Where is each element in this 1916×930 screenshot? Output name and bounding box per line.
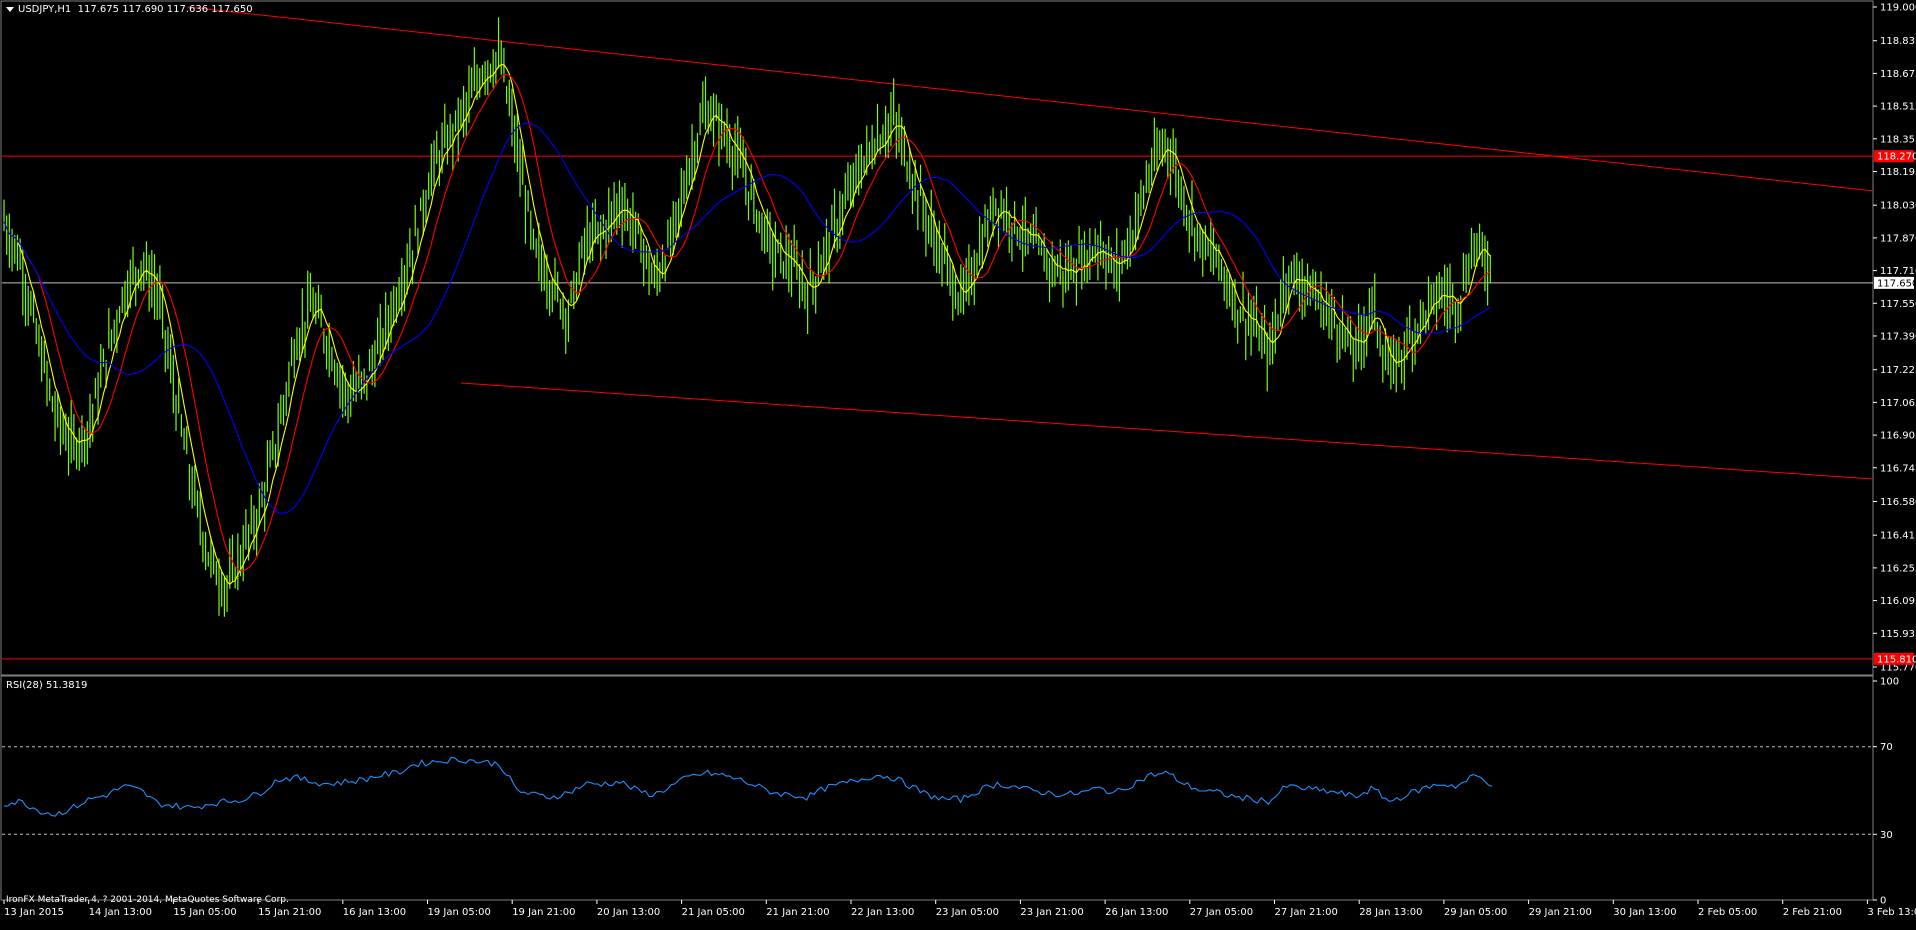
ohlc-values: 117.675 117.690 117.636 117.650 (77, 4, 253, 15)
price-badge-label: 118.270 (1877, 152, 1916, 163)
price-axis-label: 115.935 (1880, 629, 1916, 640)
dropdown-triangle-icon[interactable] (6, 6, 14, 12)
price-axis-label: 116.095 (1880, 596, 1916, 607)
time-axis-label: 27 Jan 05:00 (1190, 907, 1253, 918)
time-axis-label: 29 Jan 05:00 (1444, 907, 1507, 918)
rsi-line (4, 756, 1493, 817)
time-axis-label: 30 Jan 13:00 (1613, 907, 1676, 918)
time-axis-label: 2 Feb 21:00 (1783, 907, 1842, 918)
time-axis-label: 28 Jan 13:00 (1359, 907, 1422, 918)
price-axis-label: 116.905 (1880, 431, 1916, 442)
time-axis-label: 21 Jan 21:00 (766, 907, 829, 918)
price-axis-label: 118.195 (1880, 167, 1916, 178)
price-axis-label: 117.870 (1880, 233, 1916, 244)
time-axis-label: 21 Jan 05:00 (682, 907, 745, 918)
price-badge-label: 117.650 (1877, 278, 1916, 289)
price-axis-label: 119.000 (1880, 3, 1916, 14)
price-axis-label: 116.415 (1880, 531, 1916, 542)
long-moving-average (3, 122, 1491, 514)
time-axis-label: 23 Jan 21:00 (1020, 907, 1083, 918)
time-axis-label: 26 Jan 13:00 (1105, 907, 1168, 918)
price-axis-label: 118.515 (1880, 102, 1916, 113)
slow-moving-average (3, 73, 1491, 572)
price-axis-label: 116.745 (1880, 463, 1916, 474)
time-axis-label: 3 Feb 13:00 (1867, 907, 1916, 918)
time-axis-label: 13 Jan 2015 (4, 907, 64, 918)
price-axis-label: 116.580 (1880, 497, 1916, 508)
lower-trendline (460, 382, 1874, 480)
chart-window: 119.000 118.835 118.675 118.515 118.355 118.1… (0, 0, 1916, 926)
time-axis-label: 15 Jan 05:00 (173, 907, 236, 918)
price-panel-frame (0, 0, 1874, 676)
time-axis-label: 19 Jan 05:00 (428, 907, 491, 918)
rsi-axis-label: 70 (1880, 742, 1893, 753)
rsi-axis-label: 100 (1880, 677, 1899, 688)
price-axis-label: 118.030 (1880, 201, 1916, 212)
fast-moving-average (3, 64, 1491, 585)
price-axis-label: 118.835 (1880, 36, 1916, 47)
time-axis-label: 22 Jan 13:00 (851, 907, 914, 918)
upper-trendline (187, 6, 1874, 192)
copyright-text: IronFX MetaTrader 4, ? 2001-2014, MetaQu… (6, 895, 289, 905)
time-axis-label: 23 Jan 05:00 (936, 907, 999, 918)
price-axis-label: 117.390 (1880, 331, 1916, 342)
time-axis-label: 20 Jan 13:00 (597, 907, 660, 918)
price-axis-label: 118.675 (1880, 69, 1916, 80)
price-axis-label: 116.255 (1880, 563, 1916, 574)
price-axis-label: 117.225 (1880, 365, 1916, 376)
price-badge-label: 115.810 (1877, 654, 1916, 665)
price-axis-label: 117.065 (1880, 398, 1916, 409)
rsi-panel-frame (0, 675, 1874, 901)
symbol-label: USDJPY,H1 (18, 4, 72, 15)
rsi-axis-label: 0 (1880, 896, 1886, 907)
symbol-header: USDJPY,H1 117.675 117.690 117.636 117.65… (6, 4, 253, 15)
time-axis-label: 29 Jan 21:00 (1529, 907, 1592, 918)
price-axis-label: 117.550 (1880, 299, 1916, 310)
rsi-axis-label: 30 (1880, 830, 1893, 841)
time-axis-label: 2 Feb 05:00 (1698, 907, 1757, 918)
time-axis-label: 27 Jan 21:00 (1275, 907, 1338, 918)
price-axis-label: 117.710 (1880, 266, 1916, 277)
time-axis-label: 14 Jan 13:00 (89, 907, 152, 918)
time-axis-label: 16 Jan 13:00 (343, 907, 406, 918)
time-axis-label: 19 Jan 21:00 (512, 907, 575, 918)
chart-canvas[interactable]: 119.000 118.835 118.675 118.515 118.355 118.1… (0, 0, 1916, 926)
price-axis-label: 118.355 (1880, 134, 1916, 145)
time-axis-label: 15 Jan 21:00 (258, 907, 321, 918)
rsi-header: RSI(28) 51.3819 (6, 680, 88, 691)
